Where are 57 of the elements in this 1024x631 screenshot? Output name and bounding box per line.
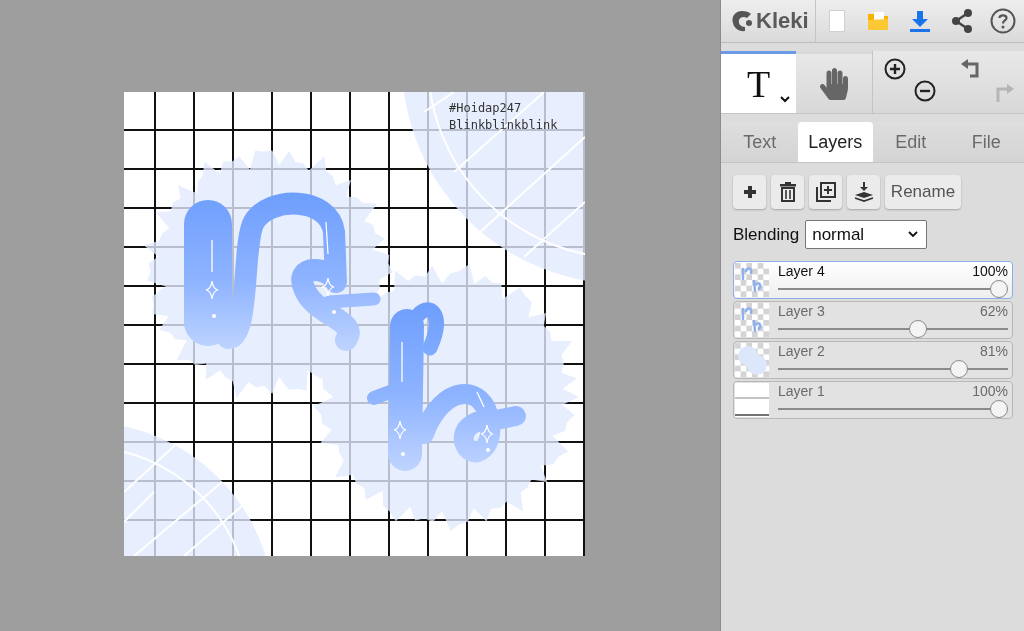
layer-row[interactable]: Layer 3 62% xyxy=(733,301,1013,339)
opacity-slider[interactable] xyxy=(778,320,1008,338)
layer-row[interactable]: Layer 1 100% xyxy=(733,381,1013,419)
layer-thumbnail-icon xyxy=(735,263,769,297)
layer-opacity: 100% xyxy=(972,384,1008,398)
layer-name: Layer 2 xyxy=(778,344,825,358)
layer-opacity: 62% xyxy=(979,304,1008,318)
zoom-in-button[interactable] xyxy=(883,57,907,81)
slider-thumb[interactable] xyxy=(990,400,1008,418)
folder-icon xyxy=(867,11,890,31)
layer-thumbnail-icon xyxy=(735,383,769,417)
zoom-in-icon xyxy=(884,58,906,80)
panel-tab[interactable]: Layers xyxy=(797,122,873,162)
opacity-slider[interactable] xyxy=(778,400,1008,418)
opacity-slider[interactable] xyxy=(778,360,1008,378)
layer-row[interactable]: Layer 2 81% xyxy=(733,341,1013,379)
chevron-down-icon xyxy=(908,231,919,238)
app-name: Kleki xyxy=(756,10,809,32)
slider-thumb[interactable] xyxy=(949,360,968,378)
zoom-out-button[interactable] xyxy=(913,79,937,103)
caret-icon xyxy=(780,96,790,103)
slider-thumb[interactable] xyxy=(909,320,928,338)
duplicate-layer-button[interactable] xyxy=(809,175,842,209)
canvas-text: Blinkblinkblink xyxy=(449,117,558,134)
panel-tab[interactable]: Text xyxy=(722,122,798,162)
layer-row[interactable]: Layer 4 100% xyxy=(733,261,1013,299)
add-layer-button[interactable] xyxy=(733,175,766,209)
layer-opacity: 100% xyxy=(972,264,1008,278)
layer-name: Layer 4 xyxy=(778,264,825,278)
zoom-out-icon xyxy=(914,80,936,102)
download-icon xyxy=(909,10,931,32)
blending-select[interactable]: normal xyxy=(805,220,928,249)
swirl-logo-icon xyxy=(730,9,754,33)
merge-down-icon xyxy=(853,182,874,202)
hand-icon xyxy=(818,67,850,100)
help-icon xyxy=(990,8,1017,34)
undo-arrow-icon xyxy=(960,59,982,81)
layer-opacity: 81% xyxy=(979,344,1008,358)
merge-down-button[interactable] xyxy=(847,175,880,209)
rename-button[interactable]: Rename xyxy=(885,175,961,209)
layer-thumbnail-icon xyxy=(735,343,769,377)
layer-name: Layer 3 xyxy=(778,304,825,318)
panel-tab[interactable]: Edit xyxy=(873,122,949,162)
duplicate-icon xyxy=(815,182,836,202)
opacity-slider[interactable] xyxy=(778,280,1008,298)
delete-layer-button[interactable] xyxy=(771,175,804,209)
trash-icon xyxy=(779,182,796,202)
blank-page-icon xyxy=(828,10,845,32)
layer-thumbnail-icon xyxy=(735,303,769,337)
text-tool-button[interactable]: T xyxy=(721,51,796,113)
blending-label: Blending xyxy=(733,223,800,246)
layer-name: Layer 1 xyxy=(778,384,825,398)
canvas-text: #Hoidap247 xyxy=(449,100,523,117)
plus-icon xyxy=(742,185,757,199)
share-icon xyxy=(950,9,973,33)
panel-tab[interactable]: File xyxy=(948,122,1024,162)
slider-thumb[interactable] xyxy=(990,280,1008,298)
